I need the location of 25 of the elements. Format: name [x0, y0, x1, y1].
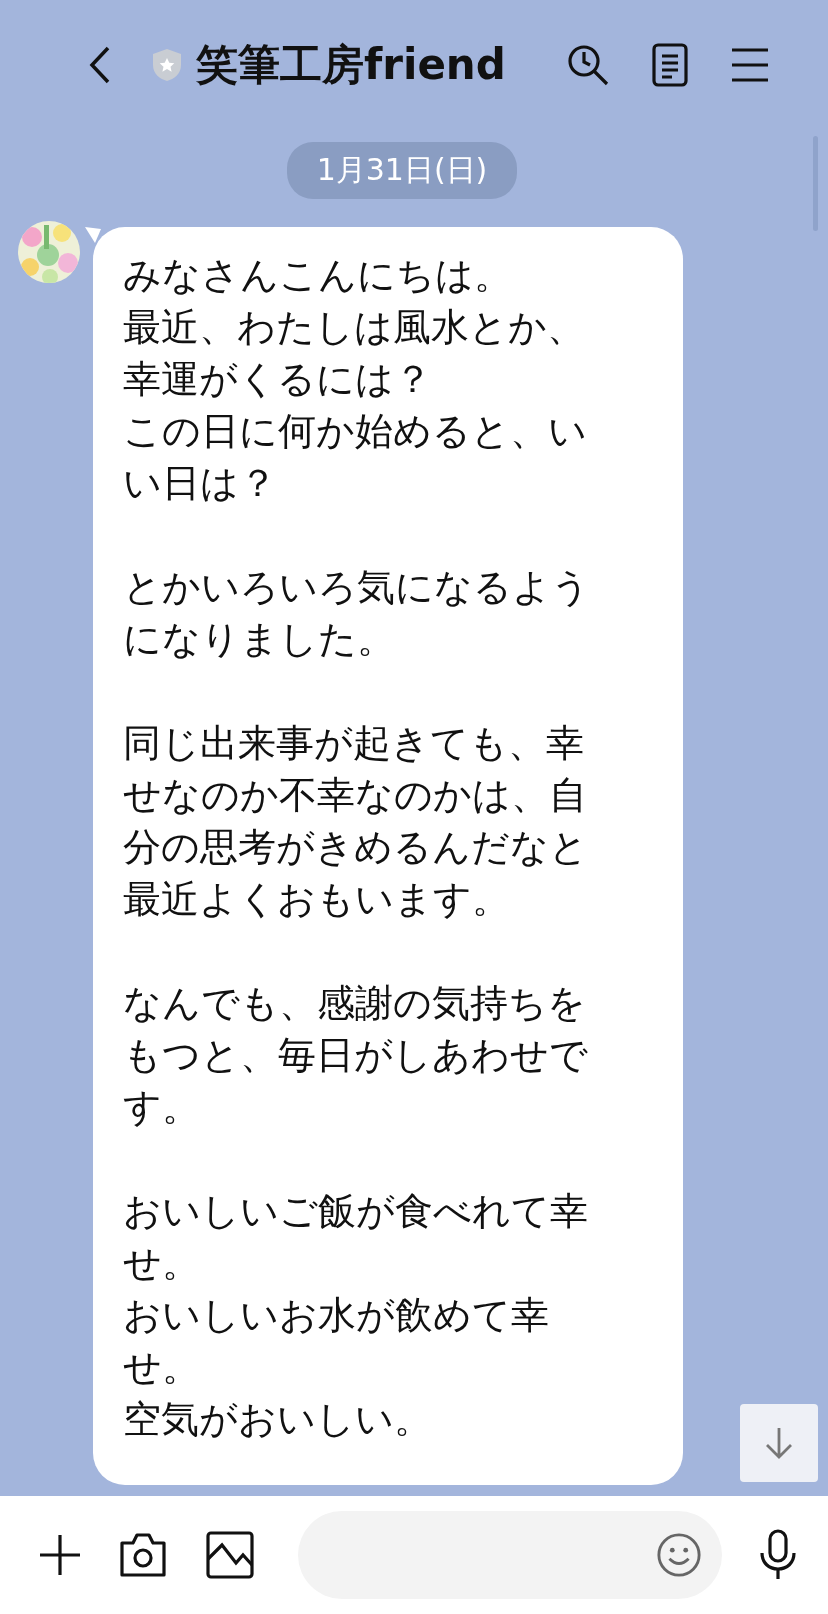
message-line: 同じ出来事が起きても、幸せなのか不幸なのかは、自分の思考がきめるんだなと最近よくおもいます。 — [123, 720, 589, 923]
menu-icon[interactable] — [730, 47, 770, 83]
shield-icon — [152, 48, 182, 82]
message-line: おいしいご飯が食べれて幸せ。 — [123, 1188, 589, 1287]
back-icon[interactable] — [88, 45, 112, 85]
down-arrow-icon — [764, 1426, 794, 1460]
bubble-tail — [85, 227, 101, 243]
message-line: 幸運がくるには？ — [123, 356, 433, 403]
scroll-down-button[interactable] — [740, 1404, 818, 1482]
message-line: とかいろいろ気になるようになりました。 — [123, 564, 591, 663]
camera-icon[interactable] — [118, 1532, 168, 1578]
chat-title: 笑筆工房friend — [196, 39, 506, 91]
message-line: なんでも、感謝の気持ちをもつと、毎日がしあわせです。 — [123, 980, 589, 1131]
image-icon[interactable] — [206, 1531, 254, 1579]
microphone-icon[interactable] — [758, 1529, 798, 1581]
message-line: 最近、わたしは風水とか、 — [123, 304, 586, 351]
message-line: この日に何か始めると、いい日は？ — [123, 408, 588, 507]
date-label: 1月31日(日) — [286, 142, 518, 199]
message-line: おいしいお水が飲めて幸せ。 — [123, 1292, 550, 1391]
notes-icon[interactable] — [652, 43, 688, 87]
message-line: 空気がおいしい。 — [123, 1396, 433, 1443]
message-line: みなさんこんにちは。 — [123, 252, 513, 299]
plus-icon[interactable] — [38, 1533, 82, 1577]
emoji-icon[interactable] — [656, 1532, 702, 1578]
search-icon[interactable] — [566, 43, 610, 87]
